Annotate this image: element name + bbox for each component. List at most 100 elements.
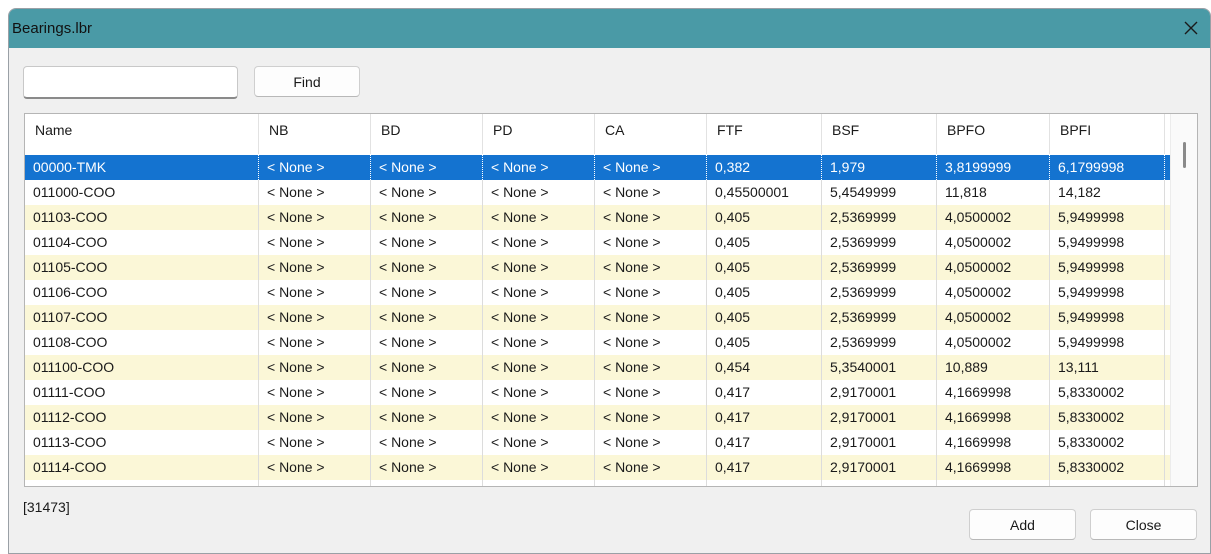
record-count: [31473] xyxy=(23,499,70,515)
table-header: Name NB BD PD CA FTF BSF BPFO BPFI xyxy=(25,114,1171,154)
window-title: Bearings.lbr xyxy=(12,20,93,37)
cell-bpfi: 5,8330002 xyxy=(1050,405,1165,430)
cell-bpfi: 5,9499998 xyxy=(1050,330,1165,355)
cell-ftf: 0,417 xyxy=(707,380,822,405)
cell-nb: < None > xyxy=(259,205,371,230)
cell-bd: < None > xyxy=(371,455,483,480)
cell-bpfi: 5,8330002 xyxy=(1050,430,1165,455)
cell-bpfo: 4,1669998 xyxy=(937,480,1050,486)
table-row[interactable]: 01111-COO < None > < None > < None > < None … xyxy=(25,380,1171,405)
cell-bsf: 1,979 xyxy=(822,155,937,180)
cell-name: 01114-COO xyxy=(25,455,259,480)
cell-name: 01115-COO xyxy=(25,480,259,486)
cell-nb: < None > xyxy=(259,355,371,380)
table-row[interactable]: 01114-COO < None > < None > < None > < None … xyxy=(25,455,1171,480)
cell-pd: < None > xyxy=(483,480,595,486)
cell-nb: < None > xyxy=(259,280,371,305)
cell-ca: < None > xyxy=(595,205,707,230)
cell-ca: < None > xyxy=(595,430,707,455)
find-button[interactable]: Find xyxy=(254,66,360,97)
cell-nb: < None > xyxy=(259,380,371,405)
column-header-name[interactable]: Name xyxy=(25,114,259,154)
cell-name: 01103-COO xyxy=(25,205,259,230)
close-icon[interactable] xyxy=(1176,13,1206,43)
cell-bpfo: 4,1669998 xyxy=(937,430,1050,455)
cell-ftf: 0,417 xyxy=(707,405,822,430)
table-row[interactable]: 01115-COO< None >< None >< None >< None … xyxy=(25,480,1171,486)
cell-name: 01107-COO xyxy=(25,305,259,330)
column-header-bsf[interactable]: BSF xyxy=(822,114,937,154)
cell-nb: < None > xyxy=(259,455,371,480)
table-row[interactable]: 01112-COO < None > < None > < None > < None … xyxy=(25,405,1171,430)
cell-ca: < None > xyxy=(595,480,707,486)
cell-nb: < None > xyxy=(259,480,371,486)
cell-name: 01104-COO xyxy=(25,230,259,255)
cell-bpfo: 4,0500002 xyxy=(937,255,1050,280)
cell-bpfo: 4,1669998 xyxy=(937,380,1050,405)
cell-ftf: 0,405 xyxy=(707,330,822,355)
table-row[interactable]: 011000-COO < None > < None > < None > < None… xyxy=(25,180,1171,205)
column-header-ca[interactable]: CA xyxy=(595,114,707,154)
cell-bpfo: 10,889 xyxy=(937,355,1050,380)
table-row[interactable]: 01104-COO < None > < None > < None > < None … xyxy=(25,230,1171,255)
cell-ftf: 0,405 xyxy=(707,255,822,280)
cell-ca: < None > xyxy=(595,180,707,205)
table-row[interactable]: 00000-TMK < None > < None > < None > < None … xyxy=(25,155,1171,180)
cell-bsf: 2,5369999 xyxy=(822,255,937,280)
table-row[interactable]: 011100-COO < None > < None > < None > < None… xyxy=(25,355,1171,380)
scrollbar-thumb[interactable] xyxy=(1183,142,1186,168)
cell-ca: < None > xyxy=(595,380,707,405)
cell-bd: < None > xyxy=(371,430,483,455)
cell-bpfo: 4,0500002 xyxy=(937,330,1050,355)
cell-bpfi: 13,111 xyxy=(1050,355,1165,380)
cell-pd: < None > xyxy=(483,280,595,305)
table-row[interactable]: 01103-COO < None > < None > < None > < None … xyxy=(25,205,1171,230)
cell-bsf: 2,5369999 xyxy=(822,330,937,355)
cell-ftf: 0,417 xyxy=(707,430,822,455)
column-header-bpfi[interactable]: BPFI xyxy=(1050,114,1165,154)
cell-bsf: 2,9170001 xyxy=(822,405,937,430)
search-input[interactable] xyxy=(23,66,238,99)
cell-bsf: 5,4549999 xyxy=(822,180,937,205)
column-header-pd[interactable]: PD xyxy=(483,114,595,154)
table-row[interactable]: 01107-COO < None > < None > < None > < None … xyxy=(25,305,1171,330)
cell-ftf: 0,454 xyxy=(707,355,822,380)
cell-bsf: 2,5369999 xyxy=(822,305,937,330)
close-button[interactable]: Close xyxy=(1090,509,1197,540)
table-row[interactable]: 01108-COO < None > < None > < None > < None … xyxy=(25,330,1171,355)
cell-pd: < None > xyxy=(483,430,595,455)
title-bar[interactable]: Bearings.lbr xyxy=(9,9,1210,48)
cell-pd: < None > xyxy=(483,355,595,380)
cell-name: 011100-COO xyxy=(25,355,259,380)
cell-bpfo: 4,1669998 xyxy=(937,455,1050,480)
bearings-table[interactable]: Name NB BD PD CA FTF BSF BPFO BPFI 00000-TMK < No… xyxy=(24,113,1198,487)
column-header-bd[interactable]: BD xyxy=(371,114,483,154)
column-header-ftf[interactable]: FTF xyxy=(707,114,822,154)
cell-name: 01106-COO xyxy=(25,280,259,305)
cell-pd: < None > xyxy=(483,155,595,180)
column-header-nb[interactable]: NB xyxy=(259,114,371,154)
table-row[interactable]: 01105-COO < None > < None > < None > < None … xyxy=(25,255,1171,280)
table-row[interactable]: 01113-COO < None > < None > < None > < None … xyxy=(25,430,1171,455)
cell-nb: < None > xyxy=(259,330,371,355)
vertical-scrollbar[interactable] xyxy=(1170,114,1197,486)
cell-ftf: 0,417 xyxy=(707,455,822,480)
cell-bd: < None > xyxy=(371,280,483,305)
cell-bpfo: 4,0500002 xyxy=(937,230,1050,255)
cell-nb: < None > xyxy=(259,255,371,280)
add-button[interactable]: Add xyxy=(969,509,1076,540)
cell-bpfi: 5,9499998 xyxy=(1050,280,1165,305)
cell-bpfo: 4,1669998 xyxy=(937,405,1050,430)
column-header-bpfo[interactable]: BPFO xyxy=(937,114,1050,154)
cell-ca: < None > xyxy=(595,155,707,180)
cell-bsf: 2,5369999 xyxy=(822,230,937,255)
cell-ftf: 0,382 xyxy=(707,155,822,180)
cell-bpfi: 5,9499998 xyxy=(1050,205,1165,230)
table-row[interactable]: 01106-COO < None > < None > < None > < None … xyxy=(25,280,1171,305)
cell-bsf: 2,5369999 xyxy=(822,205,937,230)
cell-nb: < None > xyxy=(259,430,371,455)
cell-pd: < None > xyxy=(483,380,595,405)
cell-bd: < None > xyxy=(371,180,483,205)
cell-ca: < None > xyxy=(595,355,707,380)
cell-name: 00000-TMK xyxy=(25,155,259,180)
